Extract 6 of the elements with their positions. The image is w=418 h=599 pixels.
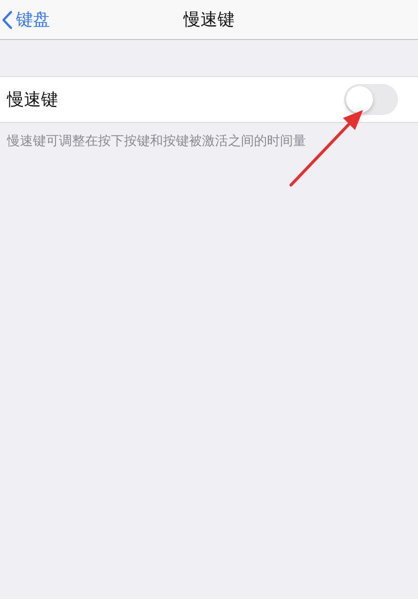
setting-label: 慢速键 <box>7 89 58 111</box>
footer-text: 慢速键可调整在按下按键和按键被激活之间的时间量 <box>6 133 307 151</box>
back-button[interactable]: 键盘 <box>0 8 50 31</box>
nav-title: 慢速键 <box>184 9 234 31</box>
toggle-switch[interactable] <box>344 84 398 115</box>
chevron-left-icon <box>2 10 12 28</box>
